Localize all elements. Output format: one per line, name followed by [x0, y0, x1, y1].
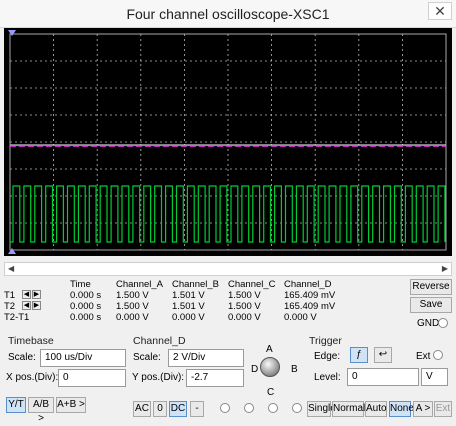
falling-edge-icon: ↩: [378, 349, 388, 360]
a-plus-b-button[interactable]: A+B >: [56, 397, 86, 413]
gnd-label: GND: [417, 318, 440, 329]
readout-cell: 1.500 V: [116, 301, 149, 312]
probe-dot-4[interactable]: [292, 403, 302, 413]
probe-dot-1[interactable]: [220, 403, 230, 413]
xpos-field[interactable]: 0: [58, 369, 126, 387]
readout-cell: 1.501 V: [172, 301, 205, 312]
coupling-invert-button[interactable]: -: [190, 401, 204, 417]
cursor-readout: Time Channel_A Channel_B Channel_C Channel_D…: [4, 279, 404, 329]
coupling-zero-button[interactable]: 0: [153, 401, 167, 417]
readout-row-label: T2: [4, 301, 16, 312]
probe-dot-2[interactable]: [244, 403, 254, 413]
readout-cell: 0.000 V: [284, 312, 317, 323]
rising-edge-button[interactable]: ƒ: [350, 347, 368, 363]
probe-dot-3[interactable]: [268, 403, 278, 413]
trigger-ext-button[interactable]: Ext: [434, 401, 452, 417]
readout-cell: 0.000 V: [228, 312, 261, 323]
coupling-dc-button[interactable]: DC: [169, 401, 187, 417]
knob-label-c: C: [267, 387, 275, 398]
save-button[interactable]: Save: [410, 297, 452, 313]
trigger-auto-button[interactable]: Auto: [365, 401, 387, 417]
channel-scale-field[interactable]: 2 V/Div: [168, 349, 244, 367]
cursor-left-icon[interactable]: ◀: [22, 290, 31, 299]
cursor-right-icon[interactable]: ▶: [32, 290, 41, 299]
reverse-button[interactable]: Reverse: [410, 279, 452, 295]
trigger-level-unit[interactable]: V: [421, 368, 448, 386]
cursor-left-icon[interactable]: ◀: [22, 301, 31, 310]
channel-title: Channel_D: [133, 335, 186, 347]
readout-header: Channel_D: [284, 279, 332, 290]
window-title: Four channel oscilloscope-XSC1: [126, 6, 330, 22]
falling-edge-button[interactable]: ↩: [374, 347, 392, 363]
trigger-source-a-button[interactable]: A >: [413, 401, 433, 417]
readout-cell: 1.500 V: [228, 290, 261, 301]
readout-cell: 0.000 s: [70, 312, 102, 323]
trigger-normal-button[interactable]: Normal: [332, 401, 365, 417]
rising-edge-icon: ƒ: [356, 349, 362, 360]
trigger-none-button[interactable]: None: [389, 401, 414, 417]
timebase-scale-label: Scale:: [8, 352, 36, 363]
readout-header: Channel_A: [116, 279, 164, 290]
readout-cell: 1.501 V: [172, 290, 205, 301]
readout-cell: 1.500 V: [116, 290, 149, 301]
readout-cell: 165.409 mV: [284, 301, 336, 312]
close-icon: ✕: [434, 3, 446, 19]
readout-header: Channel_C: [228, 279, 276, 290]
ext-label: Ext: [416, 351, 431, 362]
coupling-ac-button[interactable]: AC: [133, 401, 151, 417]
time-scrollbar[interactable]: ◀ ▶: [4, 262, 452, 276]
gnd-radio[interactable]: [438, 318, 448, 328]
close-button[interactable]: ✕: [428, 2, 452, 20]
knob-label-b: B: [291, 364, 298, 375]
readout-cell: 0.000 s: [70, 290, 102, 301]
edge-label: Edge:: [314, 351, 341, 362]
channel-selector-knob[interactable]: [260, 357, 280, 377]
readout-cell: 1.500 V: [228, 301, 261, 312]
readout-header: Channel_B: [172, 279, 220, 290]
knob-label-a: A: [266, 344, 273, 355]
ypos-label: Y pos.(Div):: [132, 372, 185, 383]
readout-cell: 0.000 V: [172, 312, 205, 323]
ypos-field[interactable]: -2.7: [186, 369, 244, 387]
channel-scale-label: Scale:: [133, 352, 161, 363]
timebase-scale-field[interactable]: 100 us/Div: [40, 349, 126, 367]
xpos-label: X pos.(Div):: [6, 372, 59, 383]
trigger-level-field[interactable]: 0: [347, 368, 419, 386]
trigger-title: Trigger: [309, 335, 342, 347]
ab-button[interactable]: A/B >: [28, 397, 54, 424]
readout-cell: 0.000 s: [70, 301, 102, 312]
readout-cell: 165.409 mV: [284, 290, 336, 301]
scope-display: [4, 28, 452, 256]
cursor-right-icon[interactable]: ▶: [32, 301, 41, 310]
scope-screen: [8, 30, 447, 254]
yt-button[interactable]: Y/T: [6, 397, 26, 413]
readout-row-label: T1: [4, 290, 16, 301]
readout-row-label: T2-T1: [4, 312, 30, 323]
trigger-single-button[interactable]: Single: [307, 401, 336, 417]
scroll-right-icon[interactable]: ▶: [442, 263, 448, 275]
readout-cell: 0.000 V: [116, 312, 149, 323]
level-label: Level:: [314, 372, 341, 383]
knob-label-d: D: [251, 364, 259, 375]
timebase-title: Timebase: [8, 335, 54, 347]
readout-header: Time: [70, 279, 91, 290]
ext-trigger-radio[interactable]: [433, 350, 443, 360]
scroll-left-icon[interactable]: ◀: [8, 263, 14, 275]
